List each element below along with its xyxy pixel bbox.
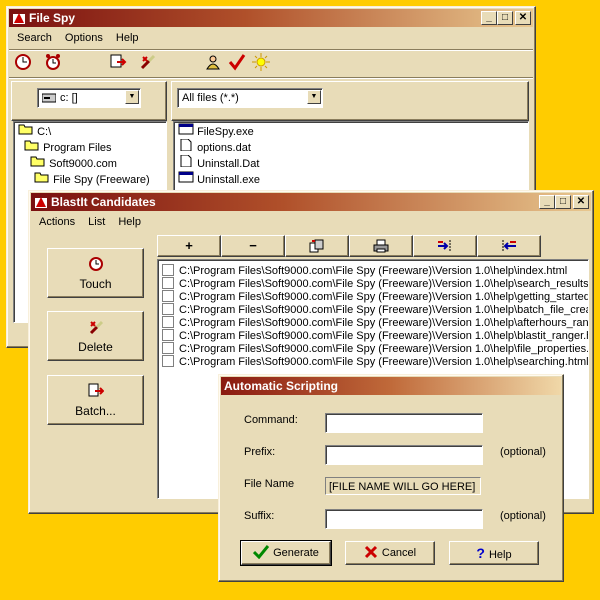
open-folder-icon — [18, 124, 33, 135]
filespy-titlebar[interactable]: File Spy _ □ ✕ — [9, 9, 533, 27]
scripting-dialog: Automatic Scripting Command: Prefix: (op… — [218, 374, 564, 582]
exe-file-icon — [178, 123, 194, 135]
maximize-button[interactable]: □ — [555, 195, 571, 209]
file-name-display: [FILE NAME WILL GO HERE] — [325, 477, 481, 495]
item-checkbox[interactable] — [162, 329, 174, 341]
prefix-optional-note: (optional) — [500, 446, 546, 458]
user-icon[interactable] — [202, 53, 224, 75]
generate-button[interactable]: Generate — [240, 540, 332, 566]
remove-button[interactable]: − — [221, 235, 285, 257]
tree-item[interactable]: C:\ — [18, 123, 51, 139]
copy-files-icon — [309, 239, 324, 253]
tree-item[interactable]: Program Files — [24, 139, 112, 155]
item-checkbox[interactable] — [162, 316, 174, 328]
scripting-titlebar[interactable]: Automatic Scripting — [221, 377, 561, 395]
close-button[interactable]: ✕ — [515, 11, 531, 25]
menu-search[interactable]: Search — [17, 32, 52, 44]
minimize-button[interactable]: _ — [539, 195, 555, 209]
checkmark-icon[interactable] — [226, 53, 248, 75]
close-icon — [364, 545, 377, 559]
filespy-menubar: Search Options Help — [9, 29, 533, 47]
batch-button[interactable]: Batch... — [47, 375, 144, 425]
drive-select[interactable]: c: [] ▼ — [37, 88, 141, 108]
delete-brush-icon — [89, 320, 103, 335]
close-button[interactable]: ✕ — [573, 195, 589, 209]
window-title: File Spy — [29, 11, 76, 25]
document-icon — [180, 154, 192, 168]
list-item[interactable]: FileSpy.exe — [178, 123, 254, 139]
delete-button[interactable]: Delete — [47, 311, 144, 361]
clock-icon[interactable] — [12, 53, 34, 75]
add-button[interactable]: + — [157, 235, 221, 257]
sun-icon[interactable] — [250, 53, 272, 75]
alarm-clock-icon[interactable] — [42, 53, 64, 75]
help-button[interactable]: ? Help — [449, 541, 539, 565]
menu-options[interactable]: Options — [65, 32, 103, 44]
command-input[interactable] — [325, 413, 483, 433]
exe-file-icon — [178, 171, 194, 183]
item-checkbox[interactable] — [162, 290, 174, 302]
list-item[interactable]: Uninstall.Dat — [178, 154, 259, 171]
open-folder-icon — [34, 172, 49, 183]
minimize-button[interactable]: _ — [481, 11, 497, 25]
print-button[interactable] — [349, 235, 413, 257]
suffix-label: Suffix: — [244, 510, 275, 522]
menu-list[interactable]: List — [88, 216, 105, 228]
document-icon — [180, 138, 192, 152]
file-name-label: File Name — [244, 478, 295, 490]
tree-item[interactable]: Soft9000.com — [30, 155, 117, 171]
chevron-down-icon[interactable]: ▼ — [307, 90, 321, 104]
clock-icon — [88, 257, 103, 271]
tree-item[interactable]: File Spy (Freeware) — [34, 171, 150, 187]
dialog-title: Automatic Scripting — [224, 379, 339, 393]
arrow-left-bar-icon — [502, 240, 516, 252]
app-icon — [13, 13, 25, 24]
printer-icon — [373, 239, 389, 253]
item-checkbox[interactable] — [162, 277, 174, 289]
item-checkbox[interactable] — [162, 342, 174, 354]
list-item[interactable]: options.dat — [178, 138, 251, 155]
open-folder-icon — [30, 156, 45, 167]
menu-actions[interactable]: Actions — [39, 216, 75, 228]
drive-icon — [42, 93, 56, 103]
open-folder-icon — [24, 140, 39, 151]
blastit-titlebar[interactable]: BlastIt Candidates _ □ ✕ — [31, 193, 591, 211]
command-label: Command: — [244, 414, 298, 426]
item-checkbox[interactable] — [162, 264, 174, 276]
maximize-button[interactable]: □ — [497, 11, 513, 25]
menu-help[interactable]: Help — [116, 32, 139, 44]
prefix-input[interactable] — [325, 445, 483, 465]
cancel-button[interactable]: Cancel — [345, 541, 435, 565]
item-checkbox[interactable] — [162, 303, 174, 315]
file-filter-select[interactable]: All files (*.*) ▼ — [177, 88, 323, 108]
question-icon: ? — [476, 545, 485, 561]
move-right-button[interactable] — [413, 235, 477, 257]
touch-button[interactable]: Touch — [47, 248, 144, 298]
suffix-optional-note: (optional) — [500, 510, 546, 522]
copy-button[interactable] — [285, 235, 349, 257]
blastit-menubar: Actions List Help — [31, 213, 591, 231]
batch-icon[interactable] — [107, 53, 129, 75]
chevron-down-icon[interactable]: ▼ — [125, 90, 139, 104]
prefix-label: Prefix: — [244, 446, 276, 458]
window-title: BlastIt Candidates — [51, 195, 156, 209]
arrow-right-bar-icon — [438, 240, 451, 252]
list-item[interactable]: Uninstall.exe — [178, 171, 260, 187]
menu-help[interactable]: Help — [118, 216, 141, 228]
checkmark-icon — [253, 545, 270, 560]
suffix-input[interactable] — [325, 509, 483, 529]
delete-brush-icon[interactable] — [137, 53, 159, 75]
app-icon — [35, 197, 47, 208]
item-checkbox[interactable] — [162, 355, 174, 367]
list-item[interactable]: C:\Program Files\Soft9000.com\File Spy (… — [162, 354, 588, 370]
move-left-button[interactable] — [477, 235, 541, 257]
batch-icon — [88, 383, 104, 397]
